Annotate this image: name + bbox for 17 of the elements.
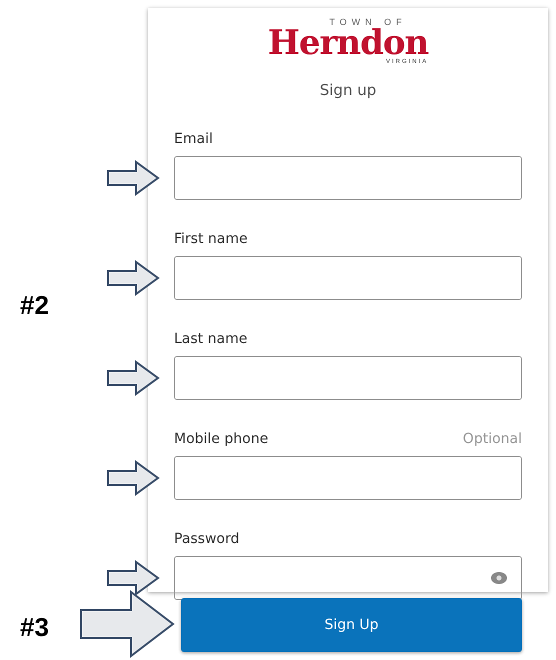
input-field[interactable] [174,456,522,500]
input-field[interactable] [174,256,522,300]
field-label: Mobile phone [174,430,268,448]
input-field[interactable] [174,156,522,200]
field-label: Email [174,130,213,148]
annotation-label: #2 [20,289,49,322]
input-field[interactable] [174,356,522,400]
annotation-label: #3 [20,611,49,644]
logo-tagline: TOWN OF [328,18,407,27]
logo-name: Herndon [268,27,428,59]
field-label: Last name [174,330,248,348]
eye-icon[interactable] [491,572,507,584]
form-title: Sign up [320,80,376,101]
field-label: Password [174,530,240,548]
field-label: First name [174,230,248,248]
sign-up-button[interactable]: Sign Up [181,598,522,652]
optional-hint: Optional [462,430,522,448]
